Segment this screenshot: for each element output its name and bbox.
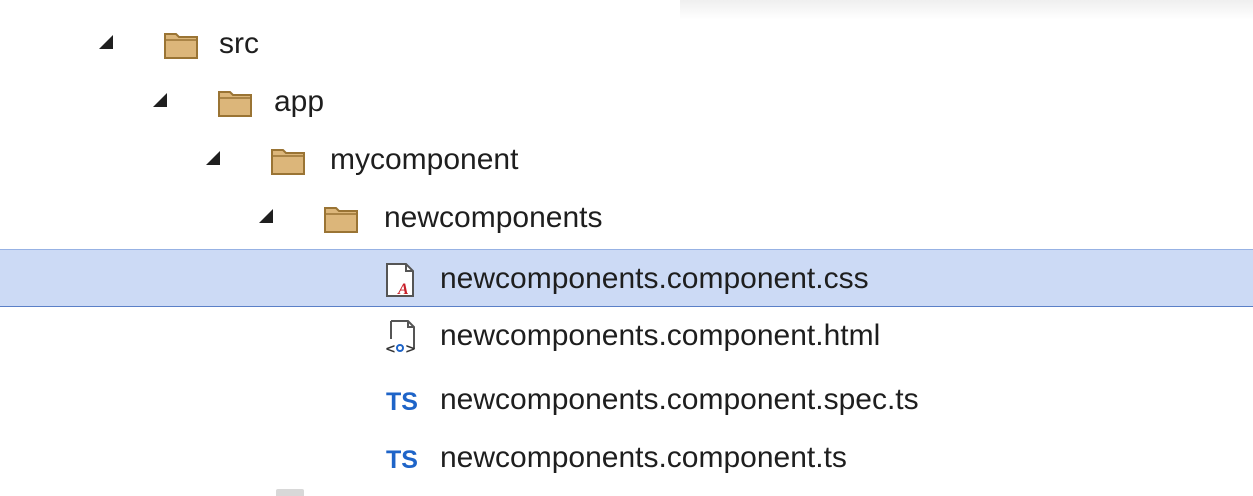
folder-icon [271, 149, 305, 175]
tree-node-label: newcomponents.component.ts [440, 441, 847, 474]
svg-text:>: > [405, 342, 416, 354]
tree-node-label: newcomponents [384, 201, 603, 234]
svg-text:A: A [397, 281, 409, 297]
tree-node-src[interactable]: src [0, 15, 1253, 73]
solution-explorer-tree: src app mycomponent newcomponents A newc… [0, 0, 1253, 496]
tree-node-newcomponents[interactable]: newcomponents [0, 189, 1253, 247]
partial-next-row-icon [276, 489, 304, 496]
tree-node-mycomponent[interactable]: mycomponent [0, 131, 1253, 189]
tree-node-ts-file[interactable]: TS newcomponents.component.ts [0, 433, 1253, 491]
tree-node-html-file[interactable]: < > newcomponents.component.html [0, 307, 1253, 365]
tree-node-app[interactable]: app [0, 73, 1253, 131]
folder-icon [164, 33, 198, 59]
expand-arrow-icon[interactable] [206, 151, 220, 165]
typescript-file-icon: TS [386, 388, 418, 416]
html-file-icon: < > [385, 320, 416, 354]
tree-node-label: mycomponent [330, 143, 519, 176]
css-file-icon: A [386, 263, 414, 297]
tree-node-label: app [274, 85, 325, 118]
expand-arrow-icon[interactable] [153, 93, 167, 107]
tree-node-label: newcomponents.component.css [440, 262, 869, 295]
tree-node-css-file[interactable]: A newcomponents.component.css [0, 249, 1253, 307]
tree-node-label: newcomponents.component.html [440, 319, 881, 352]
svg-text:<: < [385, 342, 396, 354]
expand-arrow-icon[interactable] [99, 35, 113, 49]
typescript-file-icon: TS [386, 446, 418, 474]
expand-arrow-icon[interactable] [259, 209, 273, 223]
tree-node-label: src [219, 27, 259, 60]
folder-icon [218, 91, 252, 117]
tree-node-spec-ts-file[interactable]: TS newcomponents.component.spec.ts [0, 375, 1253, 433]
folder-icon [324, 207, 358, 233]
tree-node-label: newcomponents.component.spec.ts [440, 383, 919, 416]
